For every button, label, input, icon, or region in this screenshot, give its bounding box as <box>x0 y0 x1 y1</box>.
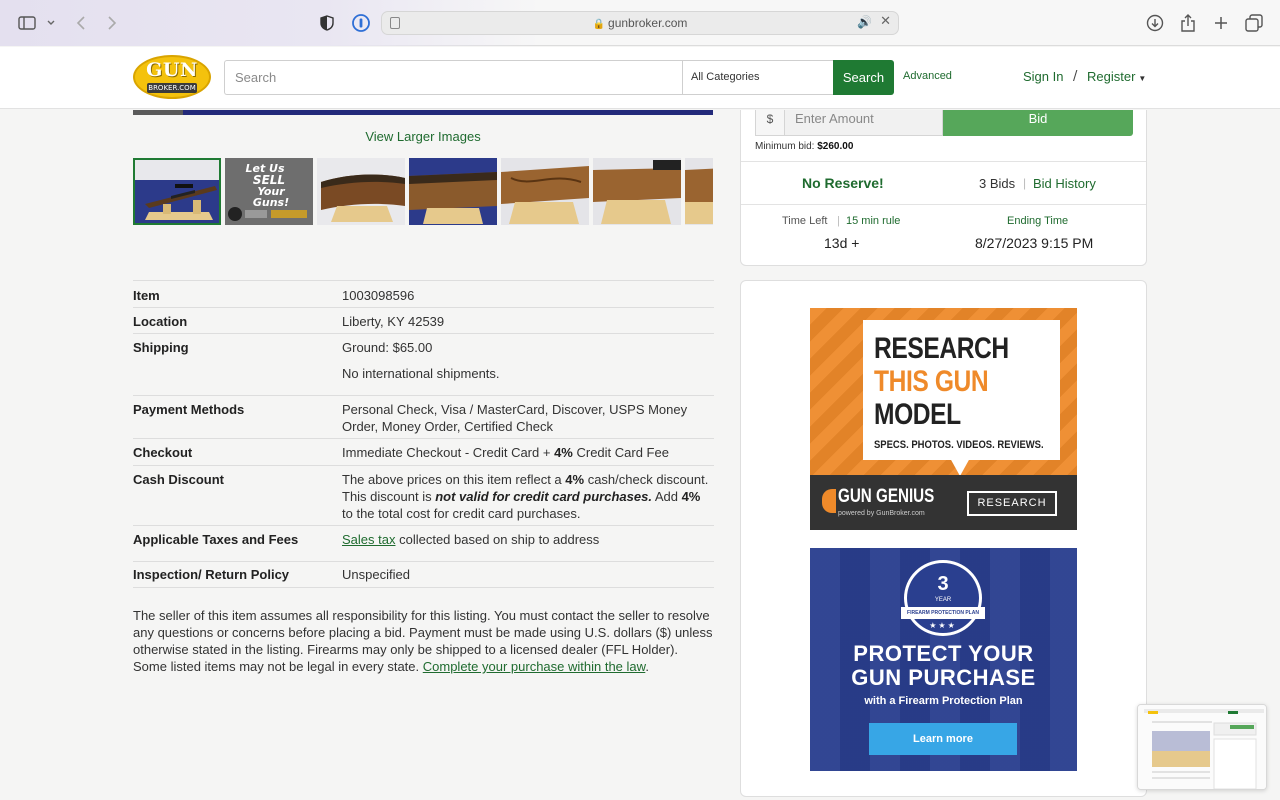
detail-label: Shipping <box>133 340 189 355</box>
caret-down-icon: ▼ <box>1138 74 1147 83</box>
seller-disclaimer: The seller of this item assumes all resp… <box>133 608 713 674</box>
browser-toolbar: 🔒 gunbroker.com 🔊 ✕ <box>0 0 1280 46</box>
table-row: Cash Discount The above prices on this i… <box>133 466 714 526</box>
tabs-icon[interactable] <box>1243 12 1265 34</box>
learn-more-button[interactable]: Learn more <box>869 723 1017 755</box>
thumbnail-strip: Let Us SELL Your Guns! <box>133 158 713 225</box>
table-row: Checkout Immediate Checkout - Credit Car… <box>133 439 714 466</box>
search-button[interactable]: Search <box>833 60 894 95</box>
ad-subline: SPECS. PHOTOS. VIDEOS. REVIEWS. <box>874 439 1044 451</box>
protection-plan-ad[interactable]: 3 YEAR FIREARM PROTECTION PLAN ★★★ PROTE… <box>810 548 1077 771</box>
register-link[interactable]: Register ▼ <box>1087 69 1146 84</box>
research-gun-ad[interactable]: RESEARCH THIS GUN MODEL SPECS. PHOTOS. V… <box>810 308 1077 530</box>
gunbroker-logo[interactable]: GUN BROKER.COM <box>133 55 211 99</box>
detail-value: Immediate Checkout - Credit Card + 4% Cr… <box>342 445 669 460</box>
time-separator: | <box>837 215 840 227</box>
gun-genius-icon <box>822 489 836 513</box>
advanced-search-link[interactable]: Advanced <box>903 70 952 82</box>
site-header: GUN BROKER.COM Search All Categories Sea… <box>0 47 1280 109</box>
detail-label: Checkout <box>133 445 193 460</box>
detail-value: Liberty, KY 42539 <box>342 314 445 329</box>
thumbnail-6[interactable] <box>593 158 681 225</box>
gun-genius-brand: GUN GENIUS <box>838 486 935 507</box>
detail-label: Inspection/ Return Policy <box>133 567 290 582</box>
research-button[interactable]: RESEARCH <box>967 491 1057 516</box>
table-row: Payment Methods Personal Check, Visa / M… <box>133 396 714 439</box>
detail-label: Payment Methods <box>133 402 245 417</box>
sign-in-link[interactable]: Sign In <box>1023 69 1063 84</box>
detail-value-secondary: No international shipments. <box>342 366 500 381</box>
download-icon[interactable] <box>1144 12 1166 34</box>
thumbnail-3[interactable] <box>317 158 405 225</box>
ending-time-label: Ending Time <box>1007 215 1069 227</box>
bid-separator: | <box>1023 176 1027 190</box>
share-icon[interactable] <box>1177 12 1199 34</box>
view-larger-images-link[interactable]: View Larger Images <box>133 129 713 144</box>
table-row: Applicable Taxes and Fees Sales tax coll… <box>133 526 714 562</box>
sales-tax-link[interactable]: Sales tax <box>342 532 395 547</box>
close-icon[interactable]: ✕ <box>880 14 891 29</box>
category-select[interactable]: All Categories <box>682 60 834 95</box>
no-reserve-label: No Reserve! <box>802 175 884 191</box>
table-row: Shipping Ground: $65.00 No international… <box>133 334 714 396</box>
bid-history-link[interactable]: Bid History <box>1033 176 1096 191</box>
password-icon[interactable] <box>350 12 372 34</box>
stars-icon: ★★★ <box>929 621 957 630</box>
thumbnail-1[interactable] <box>133 158 221 225</box>
bid-button[interactable]: Bid <box>943 110 1133 136</box>
detail-value: Personal Check, Visa / MasterCard, Disco… <box>342 402 688 434</box>
ending-time-value: 8/27/2023 9:15 PM <box>975 235 1094 251</box>
listing-details-table: Item 1003098596 Location Liberty, KY 425… <box>133 280 714 588</box>
table-row: Item 1003098596 <box>133 281 714 308</box>
three-year-badge-icon: 3 YEAR FIREARM PROTECTION PLAN ★★★ <box>901 560 985 636</box>
detail-value: 1003098596 <box>342 288 415 303</box>
ad-headline: PROTECT YOUR GUN PURCHASE <box>851 641 1036 690</box>
svg-text:Guns!: Guns! <box>253 196 289 209</box>
time-left-label: Time Left <box>782 215 828 227</box>
sidebar-icon[interactable] <box>16 12 38 34</box>
table-row: Location Liberty, KY 42539 <box>133 308 714 334</box>
ad-headline: RESEARCH THIS GUN MODEL <box>874 332 1009 431</box>
thumbnail-5[interactable] <box>501 158 589 225</box>
lock-icon: 🔒 <box>592 19 606 30</box>
shield-icon[interactable] <box>316 12 338 34</box>
thumbnail-4[interactable] <box>409 158 497 225</box>
currency-symbol: $ <box>755 110 785 136</box>
forward-icon[interactable] <box>101 12 123 34</box>
address-bar[interactable]: 🔒 gunbroker.com 🔊 ✕ <box>381 11 899 35</box>
page-thumbnail-preview[interactable] <box>1137 704 1267 790</box>
back-icon[interactable] <box>70 12 92 34</box>
thumbnail-2[interactable]: Let Us SELL Your Guns! <box>225 158 313 225</box>
detail-label: Location <box>133 314 188 329</box>
thumbnail-7[interactable] <box>685 158 713 225</box>
search-input[interactable]: Search <box>224 60 682 95</box>
ad-panel: RESEARCH THIS GUN MODEL SPECS. PHOTOS. V… <box>740 280 1147 797</box>
bid-amount-input[interactable]: Enter Amount <box>785 110 943 136</box>
detail-value: The above prices on this item reflect a … <box>342 472 709 521</box>
bid-panel: $ Enter Amount Bid Minimum bid: $260.00 … <box>740 110 1147 266</box>
logo-text: GUN <box>146 59 198 81</box>
bid-count: 3 Bids <box>979 176 1016 191</box>
header-separator: / <box>1073 69 1078 84</box>
fifteen-min-rule-link[interactable]: 15 min rule <box>846 215 900 227</box>
detail-label: Applicable Taxes and Fees <box>133 532 299 547</box>
detail-value: Unspecified <box>342 567 410 582</box>
new-tab-icon[interactable] <box>1210 12 1232 34</box>
register-label: Register <box>1087 69 1136 84</box>
detail-value: Ground: $65.00 <box>342 340 433 355</box>
ad-subline: with a Firearm Protection Plan <box>864 695 1023 707</box>
logo-subtext: BROKER.COM <box>147 83 197 93</box>
legal-purchase-link[interactable]: Complete your purchase within the law <box>423 659 646 674</box>
detail-value: Sales tax collected based on ship to add… <box>342 532 600 547</box>
table-row: Inspection/ Return Policy Unspecified <box>133 562 714 588</box>
chevron-down-icon[interactable] <box>40 12 62 34</box>
time-left-value: 13d + <box>824 235 860 251</box>
minimum-bid: Minimum bid: $260.00 <box>755 141 854 152</box>
detail-label: Item <box>133 288 160 303</box>
detail-label: Cash Discount <box>133 472 225 487</box>
speaker-icon[interactable]: 🔊 <box>857 15 872 29</box>
gun-genius-subtext: powered by GunBroker.com <box>838 510 925 517</box>
url-text: gunbroker.com <box>608 16 688 30</box>
main-photo-bottom[interactable] <box>133 110 713 115</box>
